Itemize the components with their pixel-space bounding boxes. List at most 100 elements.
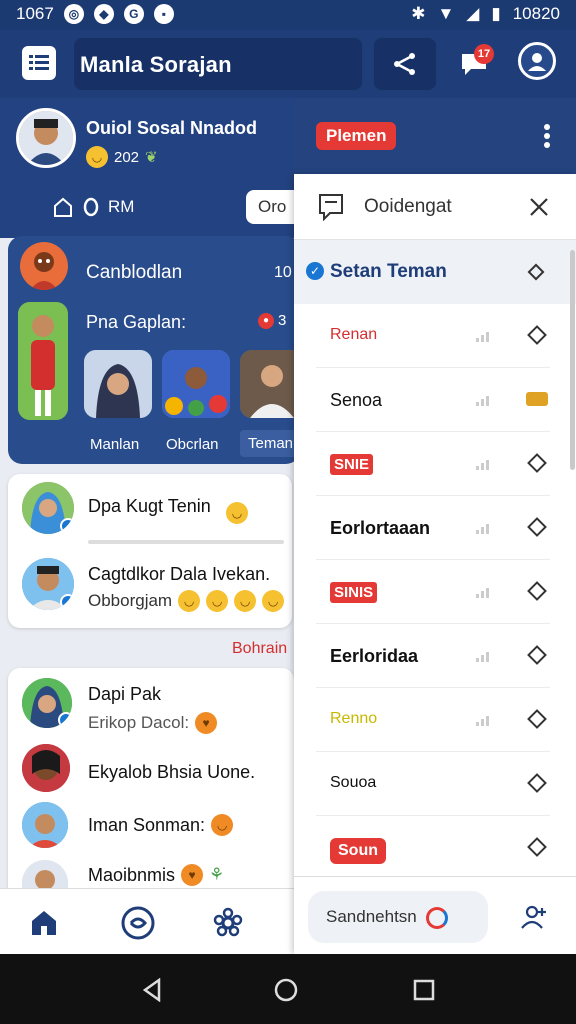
more-vertical-icon	[544, 124, 550, 148]
bottom-nav	[0, 888, 300, 954]
chat-button[interactable]	[446, 38, 502, 90]
friend-row[interactable]: Eerloridaa	[316, 624, 550, 688]
friend-label: Soun	[330, 838, 386, 864]
friend-row[interactable]: Eorlortaaan	[316, 496, 550, 560]
story-thumb-3[interactable]	[240, 350, 300, 418]
diamond-icon	[527, 773, 547, 793]
group-card[interactable]: Canblodlan 10 Pna Gaplan: ● 3 Manlan Obc…	[8, 236, 302, 464]
circle-icon	[83, 197, 99, 217]
group-badge: ● 3	[258, 312, 286, 329]
friend-row[interactable]: Renan	[316, 304, 550, 368]
panel-tag[interactable]: Plemen	[316, 122, 397, 150]
friend-panel: Ooidengat ✓ Setan Teman Renan Senoa SNIE…	[294, 174, 576, 954]
list-sub-1: Erikop Dacol: ♥	[88, 712, 218, 734]
story-thumb-1[interactable]	[84, 350, 152, 418]
signal-bars-icon	[476, 716, 489, 726]
panel-header: Ooidengat	[294, 174, 576, 240]
flower-settings-icon	[213, 907, 243, 937]
friend-label: SNIE	[330, 454, 374, 475]
menu-icon	[29, 55, 49, 70]
verified-icon	[58, 712, 72, 728]
chat-badge: 17	[474, 44, 494, 64]
home-tab[interactable]: RM	[52, 196, 134, 218]
group-sub-count: 3	[278, 312, 287, 329]
bluetooth-icon: ✱	[411, 4, 426, 23]
back-button[interactable]	[132, 972, 172, 1008]
section-label: Bohrain	[232, 640, 288, 657]
message-icon: ▪	[153, 4, 174, 24]
list-name-4: Maoibnmis	[88, 864, 176, 885]
friend-row[interactable]: Renno	[316, 688, 550, 752]
wifi-icon: ▼	[437, 4, 455, 23]
selected-label: Setan Teman	[330, 261, 447, 282]
profile-sub-text: 202	[114, 148, 140, 166]
home-tab-label: RM	[108, 197, 135, 216]
friend-row[interactable]: Senoa	[316, 368, 550, 432]
friend-label: SINIS	[330, 582, 378, 603]
list-avatar-4[interactable]	[22, 860, 68, 890]
story-thumb-2[interactable]	[162, 350, 230, 418]
friend-label: Eerloridaa	[330, 646, 419, 666]
story-label-3[interactable]: Teman	[240, 430, 302, 457]
status-chip-icon	[526, 392, 548, 406]
group-title: Canblodlan	[86, 262, 183, 283]
friend-search-input[interactable]: Sandnehtsn	[308, 891, 488, 943]
sprout-icon: ⚘	[209, 865, 225, 884]
diamond-icon	[527, 709, 547, 729]
friend-search-label: Sandnehtsn	[326, 907, 417, 926]
menu-button[interactable]	[22, 46, 56, 80]
list-avatar-3[interactable]	[22, 802, 68, 848]
close-icon	[530, 198, 548, 216]
verified-icon	[60, 518, 74, 534]
close-button[interactable]	[524, 192, 554, 222]
list-name-1: Dapi Pak	[88, 684, 162, 704]
nav-chat[interactable]	[116, 901, 160, 945]
friend-row[interactable]: Soun	[316, 816, 550, 880]
signal-icon: ◢	[466, 4, 480, 23]
profile-button[interactable]	[518, 42, 556, 80]
home-button[interactable]	[266, 972, 306, 1008]
selected-friend-row[interactable]: ✓ Setan Teman	[294, 240, 576, 304]
more-options-button[interactable]	[532, 120, 562, 152]
friend-label: Renno	[330, 710, 378, 727]
diamond-icon	[527, 581, 547, 601]
profile-avatar[interactable]	[16, 108, 76, 168]
chat-sub-text: Obborgjam	[88, 591, 173, 610]
nav-settings[interactable]	[206, 901, 250, 945]
system-nav-bar	[0, 954, 576, 1024]
list-avatar-2[interactable]	[22, 744, 70, 792]
add-friend-button[interactable]	[516, 901, 552, 933]
friend-row[interactable]: Souoa	[316, 752, 550, 816]
smile-emoji-icon: ◡	[206, 590, 229, 612]
nav-home[interactable]	[24, 903, 64, 943]
chat-avatar-2[interactable]	[22, 558, 74, 610]
panel-title: Ooidengat	[364, 196, 452, 217]
notification-icon: ◎	[63, 4, 84, 24]
messenger-icon: G	[123, 4, 144, 24]
share-icon	[394, 53, 415, 75]
chat-avatar-1[interactable]	[22, 482, 74, 534]
recents-button[interactable]	[404, 972, 444, 1008]
list-avatar-1[interactable]	[22, 678, 72, 728]
status-time-left: 1067	[16, 4, 54, 23]
chat-sub-2: Obborgjam ◡ ◡ ◡ ◡	[88, 590, 285, 612]
alert-dot-icon: ●	[258, 312, 274, 329]
list-name-3: Iman Sonman:	[88, 814, 206, 835]
verified-icon	[60, 594, 74, 610]
friend-row[interactable]: SINIS	[316, 560, 550, 624]
scrollbar[interactable]	[570, 250, 575, 470]
progress-line	[88, 540, 284, 544]
friend-row[interactable]: SNIE	[316, 432, 550, 496]
share-button[interactable]	[374, 38, 436, 90]
status-bar: 1067 ◎ ◆ G ▪ ✱ ▼ ◢ ▮ 10820	[0, 0, 576, 30]
smile-emoji-icon: ◡	[234, 590, 257, 612]
recents-square-icon	[413, 979, 435, 1001]
kiss-emoji-icon: ♥	[181, 864, 204, 886]
back-triangle-icon	[142, 978, 161, 1002]
group-count: 10	[274, 264, 292, 281]
leaf-icon: ❦	[145, 149, 158, 166]
search-icon[interactable]	[426, 907, 448, 929]
app-notification-icon: ◆	[93, 4, 114, 24]
smile-emoji-icon: ◡	[262, 590, 285, 612]
check-circle-icon: ✓	[306, 262, 324, 280]
